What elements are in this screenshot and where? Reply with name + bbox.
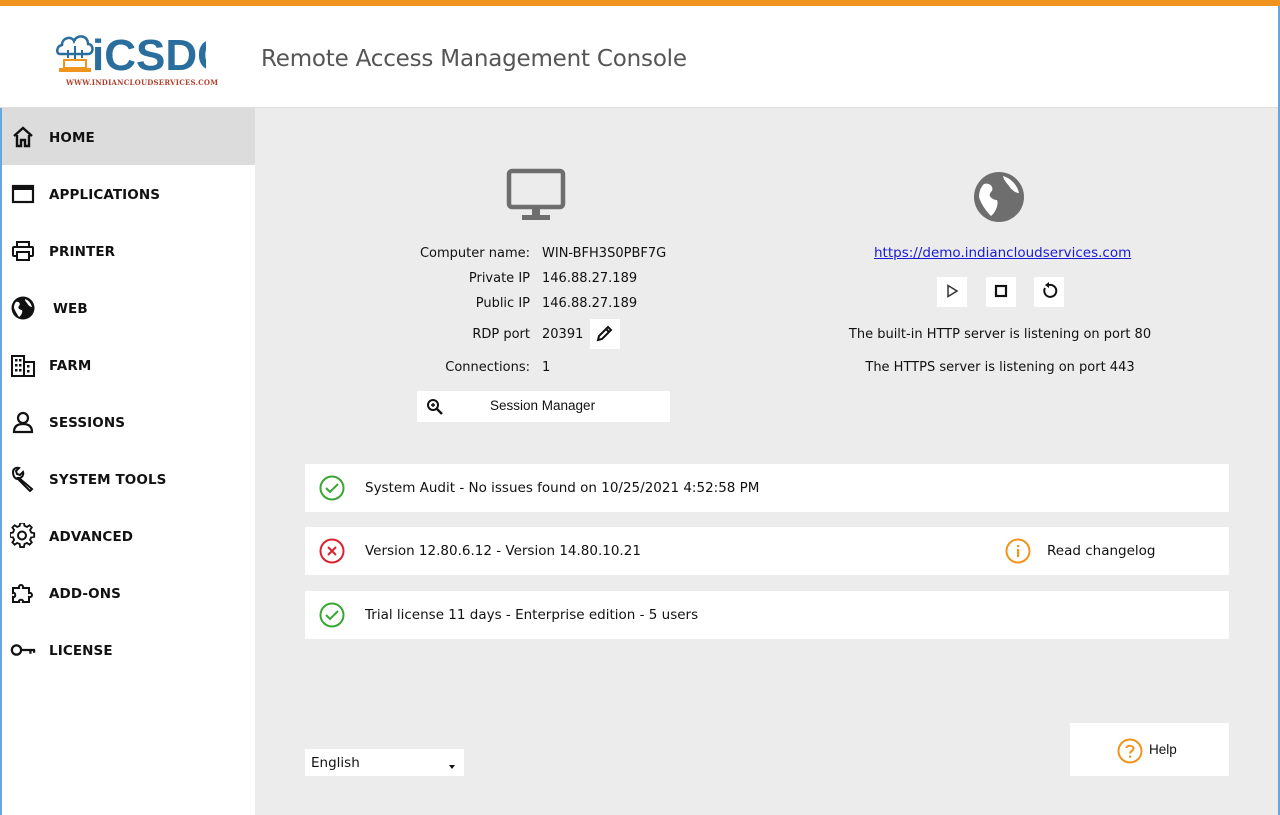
sidebar-item-label: FARM bbox=[49, 358, 92, 374]
sidebar-item-label: HOME bbox=[49, 130, 95, 146]
stop-icon bbox=[994, 284, 1008, 301]
https-status-text: The HTTPS server is listening on port 44… bbox=[865, 360, 1135, 375]
sidebar-item-license[interactable]: LICENSE bbox=[2, 621, 255, 678]
sidebar: HOME APPLICATIONS PRINTER WEB FARM SESSI… bbox=[0, 108, 255, 815]
home-icon bbox=[10, 124, 36, 150]
gear-icon bbox=[10, 523, 36, 549]
public-ip-label: Public IP bbox=[475, 296, 530, 311]
rdp-port-label: RDP port bbox=[472, 327, 530, 342]
sidebar-item-web[interactable]: WEB bbox=[2, 279, 255, 336]
read-changelog-label: Read changelog bbox=[1047, 543, 1156, 559]
audit-status-text: System Audit - No issues found on 10/25/… bbox=[365, 480, 760, 496]
sidebar-item-sessions[interactable]: SESSIONS bbox=[2, 393, 255, 450]
license-status-text: Trial license 11 days - Enterprise editi… bbox=[365, 607, 699, 623]
search-icon bbox=[426, 398, 444, 416]
sidebar-item-label: WEB bbox=[53, 301, 88, 317]
header: iCSDC WWW.INDIANCLOUDSERVICES.COM Remote… bbox=[0, 6, 1280, 108]
printer-icon bbox=[10, 238, 36, 264]
user-icon bbox=[10, 409, 36, 435]
sidebar-item-label: LICENSE bbox=[49, 643, 113, 659]
restart-server-button[interactable] bbox=[1034, 277, 1064, 307]
key-icon bbox=[10, 637, 36, 663]
session-manager-button[interactable]: Session Manager bbox=[417, 391, 670, 422]
restart-icon bbox=[1040, 281, 1058, 303]
pencil-icon bbox=[596, 324, 614, 345]
sidebar-item-label: ADVANCED bbox=[49, 529, 134, 545]
sidebar-item-label: SYSTEM TOOLS bbox=[49, 472, 167, 488]
connections-label: Connections: bbox=[445, 360, 530, 375]
logo: iCSDC WWW.INDIANCLOUDSERVICES.COM bbox=[56, 24, 229, 94]
help-icon bbox=[1117, 738, 1143, 764]
check-circle-icon bbox=[319, 602, 345, 628]
window-icon bbox=[10, 181, 36, 207]
stop-server-button[interactable] bbox=[986, 277, 1016, 307]
info-icon bbox=[1005, 538, 1031, 564]
audit-status-row: System Audit - No issues found on 10/25/… bbox=[305, 464, 1229, 512]
building-icon bbox=[10, 352, 36, 378]
version-status-text: Version 12.80.6.12 - Version 14.80.10.21 bbox=[365, 543, 641, 559]
public-ip-value: 146.88.27.189 bbox=[542, 296, 638, 311]
session-manager-label: Session Manager bbox=[490, 398, 596, 413]
private-ip-label: Private IP bbox=[468, 271, 530, 286]
web-url-link[interactable]: https://demo.indiancloudservices.com bbox=[874, 245, 1131, 261]
version-status-row: Version 12.80.6.12 - Version 14.80.10.21… bbox=[305, 527, 1229, 575]
sidebar-item-label: PRINTER bbox=[49, 244, 116, 260]
play-icon bbox=[945, 283, 959, 301]
sidebar-item-add-ons[interactable]: ADD-ONS bbox=[2, 564, 255, 621]
check-circle-icon bbox=[319, 475, 345, 501]
sidebar-item-label: APPLICATIONS bbox=[49, 187, 161, 203]
sidebar-item-applications[interactable]: APPLICATIONS bbox=[2, 165, 255, 222]
rdp-port-value: 20391 bbox=[542, 327, 584, 342]
chevron-down-icon bbox=[446, 757, 458, 769]
logo-subtext: WWW.INDIANCLOUDSERVICES.COM bbox=[66, 78, 219, 87]
sidebar-item-printer[interactable]: PRINTER bbox=[2, 222, 255, 279]
wrench-icon bbox=[10, 466, 36, 492]
private-ip-value: 146.88.27.189 bbox=[542, 271, 638, 286]
svg-text:iCSDC: iCSDC bbox=[92, 31, 206, 80]
help-button[interactable]: Help bbox=[1070, 723, 1229, 776]
start-server-button[interactable] bbox=[937, 277, 967, 307]
error-circle-icon bbox=[319, 538, 345, 564]
puzzle-icon bbox=[10, 580, 36, 606]
sidebar-item-label: ADD-ONS bbox=[49, 586, 121, 602]
sidebar-item-home[interactable]: HOME bbox=[2, 108, 255, 165]
sidebar-item-farm[interactable]: FARM bbox=[2, 336, 255, 393]
main-panel bbox=[255, 108, 1280, 815]
http-status-text: The built-in HTTP server is listening on… bbox=[848, 327, 1152, 342]
globe-icon bbox=[972, 170, 1026, 224]
globe-icon bbox=[10, 295, 36, 321]
computer-name-value: WIN-BFH3S0PBF7G bbox=[542, 246, 667, 261]
edit-rdp-port-button[interactable] bbox=[590, 319, 620, 349]
connections-value: 1 bbox=[542, 360, 551, 375]
sidebar-item-label: SESSIONS bbox=[49, 415, 126, 431]
computer-name-label: Computer name: bbox=[419, 246, 530, 261]
help-label: Help bbox=[1149, 742, 1177, 757]
monitor-icon bbox=[506, 168, 566, 224]
app-title: Remote Access Management Console bbox=[261, 46, 687, 72]
cloud-logo-icon: iCSDC bbox=[56, 31, 229, 80]
language-select[interactable]: English bbox=[305, 749, 464, 776]
sidebar-item-advanced[interactable]: ADVANCED bbox=[2, 507, 255, 564]
language-value: English bbox=[311, 755, 360, 771]
license-status-row: Trial license 11 days - Enterprise editi… bbox=[305, 591, 1229, 639]
sidebar-item-system-tools[interactable]: SYSTEM TOOLS bbox=[2, 450, 255, 507]
